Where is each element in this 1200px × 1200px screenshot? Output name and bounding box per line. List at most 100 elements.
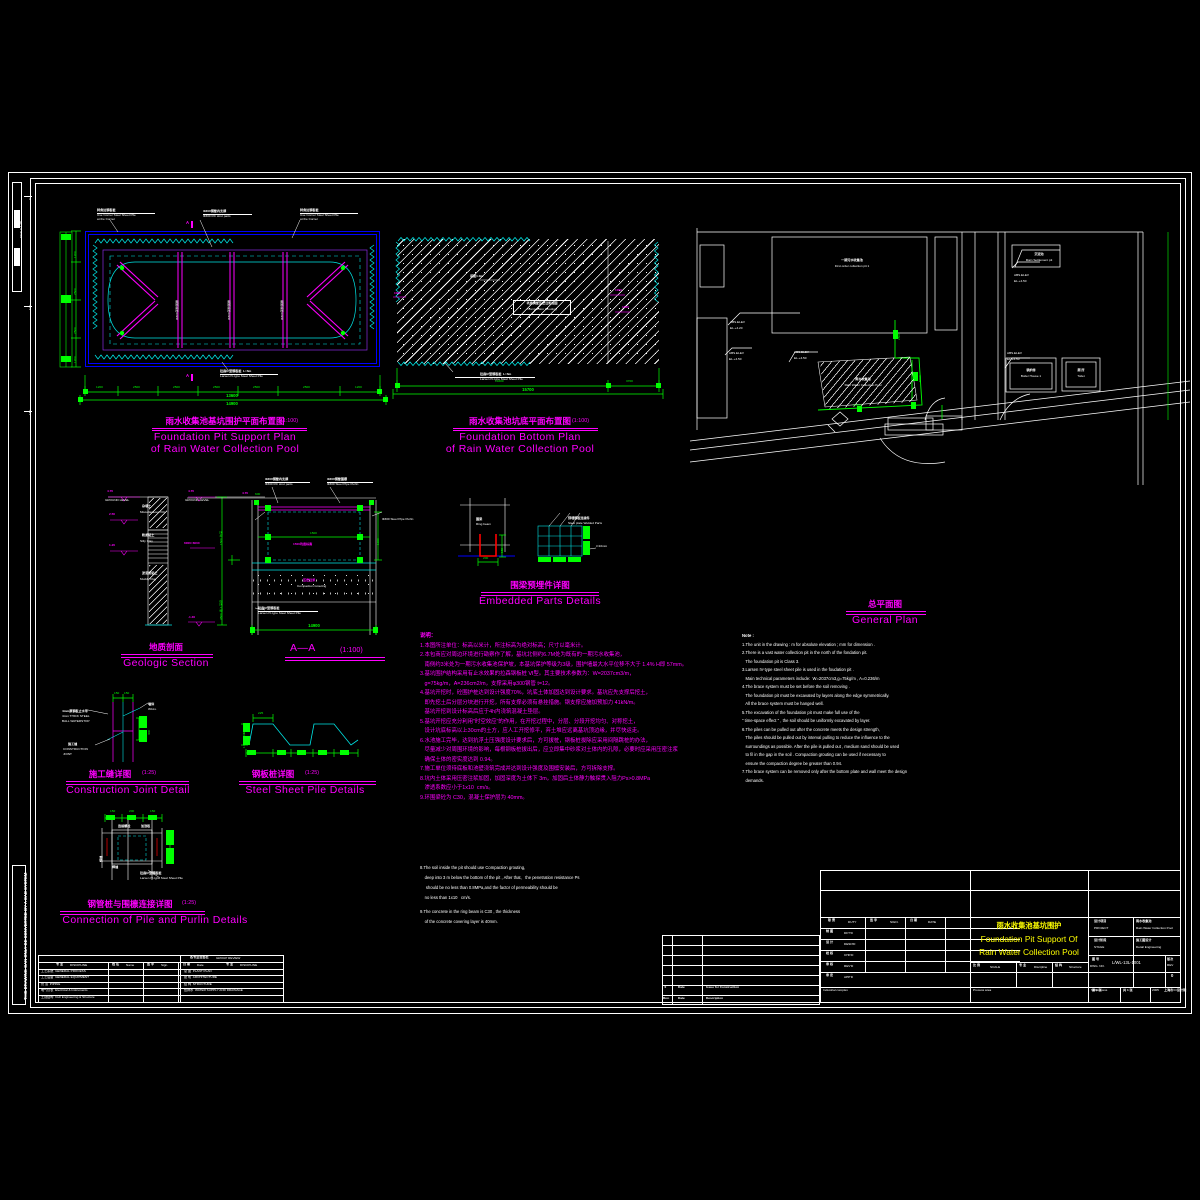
notes-en-heading: Note :	[742, 633, 754, 638]
drawing-title-en-1: Foundation Pit Support Of	[980, 934, 1078, 944]
group-review-header-en: GROUP REVIEW	[216, 955, 241, 960]
notes-cn-item-8: 8.坑内土体采用压密注浆加固，加固深度为土体下 3m，加固后土体静力触探贯入阻力…	[420, 775, 651, 782]
notes-en-item-4: 4.The brace system must be set before th…	[742, 684, 850, 689]
sig-row-2-en: DESN'D	[844, 942, 856, 946]
rev-value: 0	[1171, 973, 1174, 978]
col-header-discipline-en: DISCIPLINE	[70, 962, 88, 967]
sig-head-date-cn: 日 期	[910, 918, 918, 922]
sig-row-5-cn: 审 定	[826, 973, 834, 977]
project-value-cn: 雨水收集池	[1136, 919, 1152, 923]
purlin-dim-2: 200	[129, 809, 135, 813]
discipline-row-r3: 结 构 STRUCTURE	[184, 981, 212, 986]
sig-head-date-en: DATE	[928, 920, 937, 924]
structure-label-en: Structure	[1069, 965, 1082, 969]
col-header-sign-cn: 签 字	[147, 962, 155, 966]
company-name: 上海市××设计院	[1164, 988, 1187, 992]
cad-drawing-sheet: SCALE 1:25 0 100 150 THIS DRAWING CAN ON…	[0, 0, 1200, 1200]
notes-en-item-5b: " time-space effect " , the soil should …	[742, 718, 871, 723]
col-header-date-cn: 日 期	[183, 962, 191, 966]
notes-en-item-6e: ensure the compaction degree be greater …	[742, 760, 843, 766]
dwg-no-label-cn: 图 号	[1092, 957, 1100, 961]
col-header-name-en: Name	[126, 962, 135, 967]
structure-label-cn: 结 构	[1055, 963, 1063, 967]
notes-cn-item-2: 2.本包商应对周边环境进行勘察作了解，基坑北侧约6.7M处为既有的一期污水收集池…	[420, 652, 626, 658]
discipline-row-r2: 建 筑 ARCHITECTURE	[184, 975, 218, 979]
discipline-table: 各专业会签栏 GROUP REVIEW 专 业 DISCIPLINE 姓 名 N…	[38, 955, 284, 1003]
drawing-title-cn: 雨水收集池基坑围护	[996, 921, 1062, 930]
project-label-en: PROJECT	[1094, 926, 1109, 930]
title-block: 职 责 DUTY 签 字 SIGN. 日 期 DATE 制 图 DFT'D 设 …	[820, 870, 1186, 1003]
notes-en-item-2: 2.There is a vast water collection pit i…	[742, 650, 868, 655]
purlin-scale: (1:25)	[182, 900, 197, 906]
discipline-row-1: 工艺系统 GENERAL PROCESS	[41, 968, 86, 973]
notes-cn-item-2b: 南侧约3米处为一期污水收集池保护坡，本基坑保护等级为3级，围护墙最大水平位移不大…	[420, 661, 688, 668]
sig-row-1-en: DFT'D	[844, 931, 853, 935]
discipline-row-2: 工艺设备 GENERAL EQUIPMENT	[41, 975, 90, 979]
purlin-bolt-label: 连接螺栓	[118, 824, 131, 828]
revision-footer-rev: Rev.	[663, 995, 670, 1000]
col-header-sign-en: Sign.	[161, 962, 169, 967]
stage-label-cn: 设计阶段	[1094, 938, 1107, 942]
pile-purlin-geometry	[101, 814, 174, 880]
sheet-sub: 2005	[1152, 988, 1159, 992]
stage-value-cn: 施工图设计	[1136, 938, 1152, 942]
notes-cn-item-4c: 基坑开挖到设计标高后应于4h内浇筑混凝土垫层。	[420, 709, 544, 715]
discipline-label-en: Discipline	[1034, 965, 1048, 969]
notes-en-item-6d: to fil in the gap in the soil . Compacti…	[742, 752, 886, 757]
notes-cn-item-4: 4.基坑开挖时，砼围护桩达到设计强度70%，坑底土体加固达到设计要求。基坑应先支…	[420, 690, 651, 696]
sig-footer-left: Industrial complex	[823, 988, 848, 992]
sheet-total: 共 1 张	[1123, 988, 1133, 992]
discipline-row-5: 土建结构 Civil Engineering & Structure	[41, 994, 95, 999]
notes-en-item-6: 6.The piles can be pulled out after the …	[742, 726, 880, 732]
notes-en-item-6b: The piles should be pulled out by interv…	[742, 735, 890, 740]
discipline-row-r1: 总 图 PLANT PLAN	[184, 968, 212, 973]
notes-en-item-3: 3.Larsen IV-type steel sheet pile is use…	[742, 667, 854, 672]
sig-footer-mid: Process area	[973, 988, 992, 992]
revision-rev-value: 0	[664, 985, 667, 989]
dwg-no-value: L/WL-13L-1001	[1112, 960, 1141, 965]
notes-cn-item-3: 3.基坑围护结构采用有止水效果的拉森钢板桩 Ⅵ型。其主要技术参数为：W=2037…	[420, 671, 635, 677]
discipline-label-cn: 专 业	[1019, 963, 1027, 967]
purlin-plate-label: 加劲板	[141, 824, 151, 828]
project-value-en: Rain Water Collection Pool	[1136, 926, 1173, 930]
purlin-pile-en: Larsen IV-type Steel Sheet Pile	[140, 876, 183, 880]
sheet-no: 第 1 张	[1092, 988, 1102, 992]
col-header-name-cn: 姓 名	[112, 962, 120, 966]
revision-footer-date: Date	[678, 995, 685, 1000]
discipline-row-r4: 给排水 WATER SUPPLY AND DRAINAGE	[184, 988, 243, 992]
scale-label-en: SCALE	[990, 965, 1001, 969]
notes-en-bottom-8c: should be no less than 0.8MPa,and the fa…	[420, 885, 558, 890]
stage-label-en: STAGE	[1094, 945, 1105, 949]
revision-desc-value: Issue for Construction	[706, 985, 740, 989]
purlin-pile-cn: 拉森Ⅳ型钢板桩	[140, 871, 162, 875]
notes-en-item-7: 7.The brace system can be removed only a…	[742, 769, 908, 774]
scale-label-cn: 比 例	[973, 963, 981, 967]
notes-en-item-2b: The foundation pit is Class 3.	[742, 658, 800, 664]
revision-date-value: Date	[678, 985, 685, 989]
revision-footer-desc: Description	[706, 995, 724, 1000]
notes-cn-item-5: 5.基坑开挖应充分利用"时空效应"的作用，在开挖过程中，分层、分段开挖均匀、对称…	[420, 718, 639, 725]
dwg-no-label-en: DWG. NO.	[1090, 964, 1105, 968]
col-header-discipline-cn: 专 业	[56, 962, 64, 966]
notes-cn-heading: 说明：	[420, 633, 437, 639]
rev-label-cn: 版次	[1167, 957, 1174, 961]
sig-row-4-en: REV'D	[844, 964, 854, 968]
rev-label-en: REV	[1167, 963, 1174, 967]
notes-cn-item-8b: 渗透系数应小于1x10 cm/s。	[420, 785, 494, 791]
project-label-cn: 设计项目	[1094, 919, 1107, 923]
sig-row-2-cn: 设 计	[826, 940, 834, 944]
discipline-row-3: 管 道 PIPING	[41, 981, 61, 986]
sig-row-3-cn: 校 核	[826, 951, 834, 955]
notes-cn-item-1: 1.本图所注单位：标高以米计，所注标高为绝对标高；尺寸以毫米计。	[420, 642, 587, 649]
notes-cn-item-7: 7.施工单位须待底板和池壁浇筑完成并达到设计强度及围檩安装后，方可拆除支撑。	[420, 766, 619, 772]
notes-cn-item-6: 6.水池施工完毕，达到抗浮土压强度设计要求后，方可拔桩，钢板桩拔除应采用间隔跳桩…	[420, 737, 651, 744]
purlin-weld-label: 焊缝	[99, 855, 103, 862]
sig-row-4-cn: 审 核	[826, 962, 834, 966]
notes-en-bottom-8: 8.The soil inside the pit should use Com…	[420, 865, 526, 870]
sig-head-duty-en: DUTY	[848, 920, 857, 924]
drawing-title-en-2: Rain Water Collection Pool	[979, 947, 1079, 957]
discipline-row-4: 电气仪表 Electrical & Instruments	[41, 988, 88, 992]
sig-row-3-en: CHK'D	[844, 953, 854, 957]
purlin-title-en: Connection of Pile and Purlin Details	[62, 914, 248, 926]
notes-en-item-5: 5.The excavation of the foundation pit m…	[742, 709, 860, 715]
